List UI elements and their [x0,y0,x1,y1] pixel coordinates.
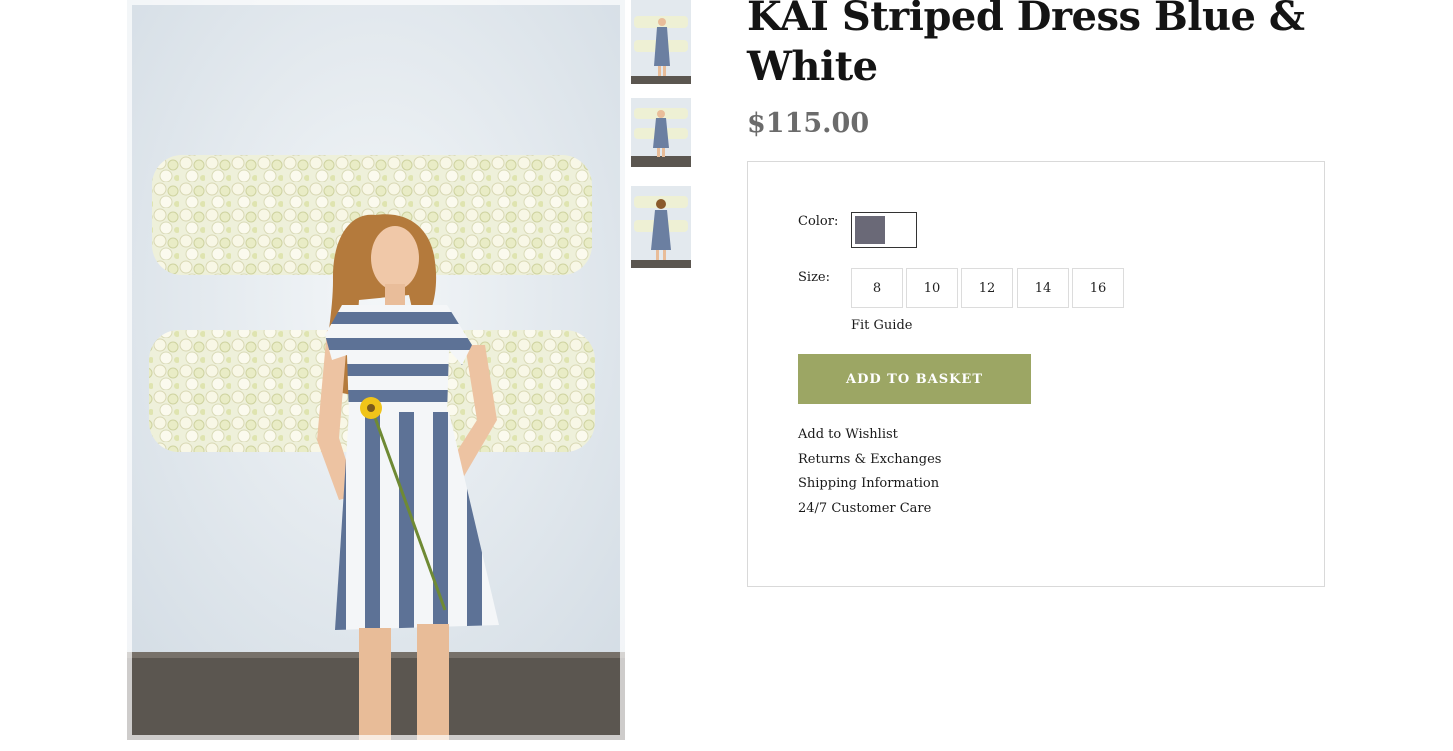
product-options-panel: Color: Size: 8 10 12 14 16 Fit Guide ADD… [747,161,1325,587]
color-chip [855,216,885,244]
main-product-image[interactable] [127,0,625,740]
product-title: KAI Striped Dress Blue & White [747,0,1305,90]
size-option[interactable]: 8 [851,268,903,308]
product-links: Add to Wishlist Returns & Exchanges Ship… [798,423,941,521]
returns-exchanges-link[interactable]: Returns & Exchanges [798,448,941,473]
shipping-information-link[interactable]: Shipping Information [798,472,941,497]
color-swatch[interactable] [851,212,917,248]
add-to-wishlist-link[interactable]: Add to Wishlist [798,423,941,448]
size-option[interactable]: 12 [961,268,1013,308]
size-option[interactable]: 16 [1072,268,1124,308]
product-price: $115.00 [747,108,870,139]
thumbnail-front[interactable] [631,0,691,84]
fit-guide-link[interactable]: Fit Guide [851,318,912,333]
add-to-basket-button[interactable]: ADD TO BASKET [798,354,1031,404]
color-label: Color: [798,214,839,229]
thumbnail-back[interactable] [631,186,691,268]
size-label: Size: [798,270,830,285]
size-option[interactable]: 14 [1017,268,1069,308]
customer-care-link[interactable]: 24/7 Customer Care [798,497,941,522]
thumbnail-full[interactable] [631,98,691,167]
size-option[interactable]: 10 [906,268,958,308]
